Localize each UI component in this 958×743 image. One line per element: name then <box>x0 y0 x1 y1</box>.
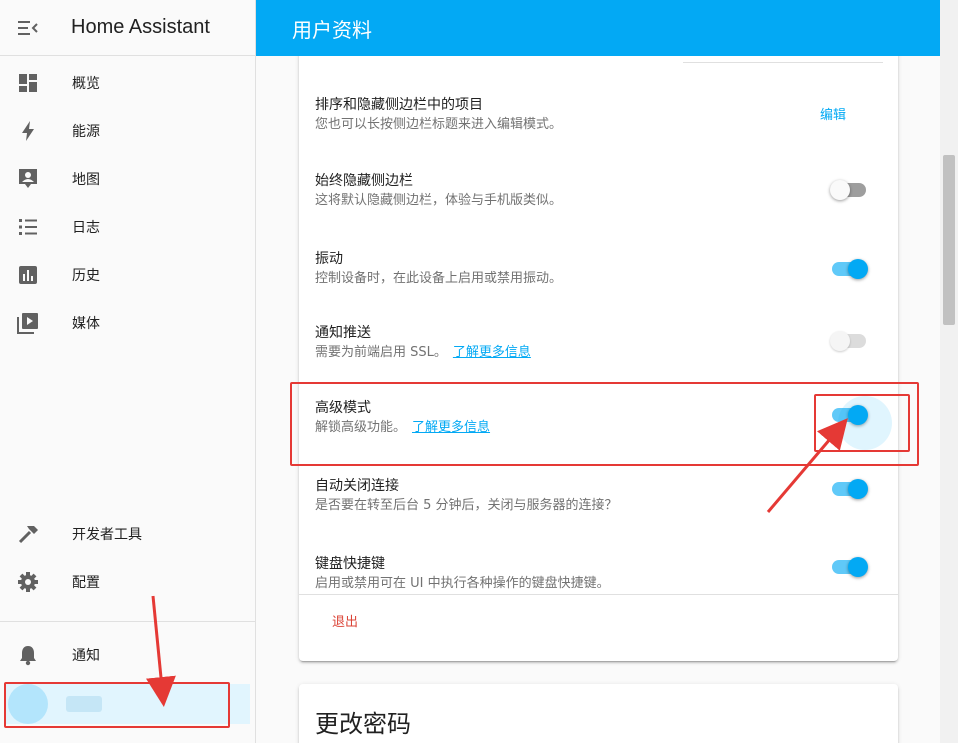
play-box-multiple-icon <box>16 311 40 335</box>
hammer-icon <box>16 522 40 546</box>
format-list-bulleted-icon <box>16 215 40 239</box>
map-account-icon <box>16 167 40 191</box>
setting-row-sidebar-order: 排序和隐藏侧边栏中的项目 您也可以长按侧边栏标题来进入编辑模式。 编辑 <box>315 96 882 134</box>
page-title: 用户资料 <box>292 17 372 42</box>
sidebar-item-label: 媒体 <box>72 316 100 332</box>
select-underline <box>683 62 883 63</box>
sidebar-item-energy[interactable]: 能源 <box>0 107 255 155</box>
setting-description-text: 需要为前端启用 SSL。 <box>315 345 447 360</box>
menu-collapse-icon[interactable] <box>18 18 38 38</box>
sidebar-item-label: 能源 <box>72 124 100 140</box>
sidebar-item-label: 开发者工具 <box>72 527 142 543</box>
learn-more-link[interactable]: 了解更多信息 <box>453 345 531 360</box>
scrollbar-track[interactable] <box>940 0 958 743</box>
edit-sidebar-button[interactable]: 编辑 <box>820 104 846 123</box>
change-password-title: 更改密码 <box>315 710 411 738</box>
cog-icon <box>16 570 40 594</box>
hide-sidebar-toggle[interactable] <box>830 178 866 202</box>
sidebar: Home Assistant 概览 能源 地图 日志 历史 媒体 开发者工具 配… <box>0 0 256 743</box>
sidebar-item-label: 配置 <box>72 575 100 591</box>
scrollbar-thumb[interactable] <box>943 155 955 325</box>
sidebar-header: Home Assistant <box>0 0 255 56</box>
bell-icon <box>16 643 40 667</box>
sidebar-divider <box>0 621 255 622</box>
setting-description: 这将默认隐藏侧边栏，体验与手机版类似。 <box>315 193 563 208</box>
setting-heading: 自动关闭连接 <box>315 478 399 494</box>
app-toolbar: 用户资料 <box>256 0 940 56</box>
chart-box-icon <box>16 263 40 287</box>
sidebar-item-media[interactable]: 媒体 <box>0 299 255 347</box>
auto-close-toggle[interactable] <box>830 477 868 501</box>
change-password-card: 更改密码 <box>299 684 898 743</box>
logout-button[interactable]: 退出 <box>332 611 358 630</box>
setting-row-vibrate: 振动 控制设备时，在此设备上启用或禁用振动。 <box>315 250 882 288</box>
app-title: Home Assistant <box>71 16 210 38</box>
sidebar-item-overview[interactable]: 概览 <box>0 59 255 107</box>
annotation-box-advanced-toggle <box>814 394 910 452</box>
sidebar-item-logbook[interactable]: 日志 <box>0 203 255 251</box>
lightning-bolt-icon <box>16 119 40 143</box>
sidebar-item-label: 概览 <box>72 76 100 92</box>
setting-description: 您也可以长按侧边栏标题来进入编辑模式。 <box>315 117 563 132</box>
setting-description: 控制设备时，在此设备上启用或禁用振动。 <box>315 271 563 286</box>
dashboard-icon <box>16 71 40 95</box>
sidebar-item-history[interactable]: 历史 <box>0 251 255 299</box>
setting-heading: 排序和隐藏侧边栏中的项目 <box>315 97 483 113</box>
setting-heading: 振动 <box>315 251 343 267</box>
sidebar-item-developer-tools[interactable]: 开发者工具 <box>0 510 255 558</box>
setting-description: 启用或禁用可在 UI 中执行各种操作的键盘快捷键。 <box>315 576 610 591</box>
setting-heading: 键盘快捷键 <box>315 556 385 572</box>
setting-row-hide-sidebar: 始终隐藏侧边栏 这将默认隐藏侧边栏，体验与手机版类似。 <box>315 172 882 210</box>
keyboard-shortcuts-toggle[interactable] <box>830 555 868 579</box>
card-actions: 退出 <box>299 594 898 642</box>
sidebar-item-config[interactable]: 配置 <box>0 558 255 606</box>
sidebar-item-label: 通知 <box>72 648 100 664</box>
profile-settings-card: 排序和隐藏侧边栏中的项目 您也可以长按侧边栏标题来进入编辑模式。 编辑 始终隐藏… <box>299 56 898 661</box>
setting-description: 需要为前端启用 SSL。 了解更多信息 <box>315 344 882 362</box>
sidebar-item-map[interactable]: 地图 <box>0 155 255 203</box>
setting-description: 是否要在转至后台 5 分钟后，关闭与服务器的连接？ <box>315 498 618 513</box>
setting-row-auto-close: 自动关闭连接 是否要在转至后台 5 分钟后，关闭与服务器的连接？ <box>315 477 882 515</box>
push-notifications-toggle[interactable] <box>830 329 866 353</box>
setting-row-keyboard-shortcuts: 键盘快捷键 启用或禁用可在 UI 中执行各种操作的键盘快捷键。 <box>315 555 882 593</box>
sidebar-item-notifications[interactable]: 通知 <box>0 631 255 679</box>
vibrate-toggle[interactable] <box>830 257 868 281</box>
setting-row-push-notifications: 通知推送 需要为前端启用 SSL。 了解更多信息 <box>315 324 882 362</box>
setting-heading: 通知推送 <box>315 325 371 341</box>
sidebar-item-label: 地图 <box>72 172 100 188</box>
sidebar-item-label: 历史 <box>72 268 100 284</box>
setting-heading: 始终隐藏侧边栏 <box>315 173 413 189</box>
annotation-box-user-profile <box>4 682 230 728</box>
sidebar-item-label: 日志 <box>72 220 100 236</box>
